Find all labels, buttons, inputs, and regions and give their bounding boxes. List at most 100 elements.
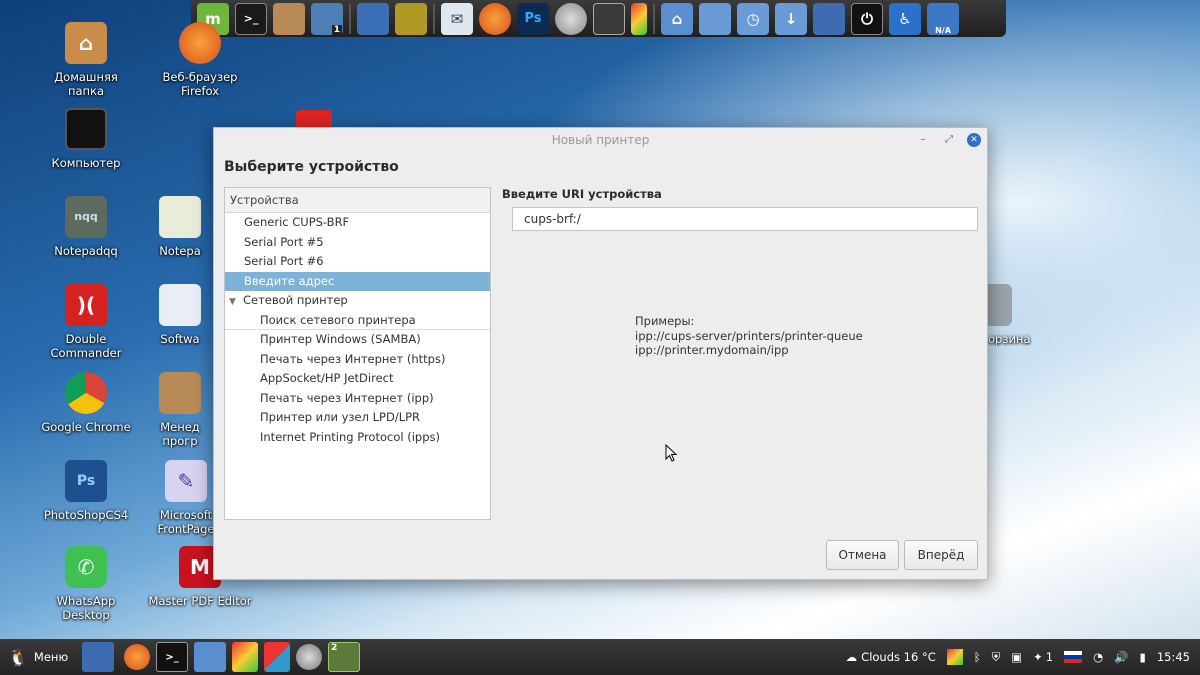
device-item[interactable]: Принтер Windows (SAMBA) xyxy=(225,330,490,350)
desktop-icon-chrome[interactable]: Google Chrome xyxy=(38,372,134,434)
cloud-icon: ☁ xyxy=(845,650,858,664)
device-item-selected[interactable]: Введите адрес xyxy=(225,271,490,291)
menu-label: Меню xyxy=(33,650,69,664)
multicolor-app-icon[interactable] xyxy=(232,642,259,672)
desktop-icon-label: Double Commander xyxy=(50,332,122,360)
computer-icon xyxy=(65,108,107,150)
show-desktop-icon[interactable] xyxy=(82,642,115,672)
device-item[interactable]: Печать через Интернет (https) xyxy=(225,350,490,370)
bluetooth-icon[interactable]: ᛒ xyxy=(974,650,981,664)
desktop-icon-label: Google Chrome xyxy=(41,420,131,434)
devices-column-header[interactable]: Устройства xyxy=(225,188,490,213)
mouse-cursor-icon xyxy=(665,444,677,462)
package-installer-icon[interactable] xyxy=(273,2,305,35)
writer-icon[interactable] xyxy=(357,2,389,35)
desktop-icon-photoshop[interactable]: Ps PhotoShopCS4 xyxy=(38,460,134,522)
menu-button[interactable]: 🐧 Меню xyxy=(0,639,76,675)
devices-list[interactable]: Устройства Generic CUPS-BRF Serial Port … xyxy=(224,187,491,520)
uri-input[interactable]: cups-brf:/ xyxy=(512,207,978,231)
firefox-icon xyxy=(179,22,221,64)
dock-separator xyxy=(433,3,435,34)
device-item[interactable]: Поиск сетевого принтера xyxy=(225,311,490,330)
desktop-icon-label: Компьютер xyxy=(51,156,121,170)
device-label: Печать через Интернет (https) xyxy=(260,351,446,366)
desktop-icon-computer[interactable]: Компьютер xyxy=(38,108,134,170)
dock-separator xyxy=(653,3,655,34)
network-icon[interactable]: N/A xyxy=(927,2,959,35)
desktop-show-icon[interactable] xyxy=(813,2,845,35)
dialog-title: Новый принтер xyxy=(551,133,650,147)
device-item[interactable]: Generic CUPS-BRF xyxy=(225,213,490,233)
printer-settings-task-icon[interactable]: 2 xyxy=(328,642,361,672)
desktop-icon-notepadqq[interactable]: nqq Notepadqq xyxy=(38,196,134,258)
desktop-icon-notepad[interactable]: Notepa xyxy=(148,196,212,258)
clock[interactable]: 15:45 xyxy=(1157,650,1190,664)
keyboard-layout-flag-icon[interactable] xyxy=(1064,651,1083,663)
device-item[interactable]: Принтер или узел LPD/LPR xyxy=(225,408,490,428)
frontpage-icon: ✎ xyxy=(165,460,207,502)
device-group-network[interactable]: ▼ Сетевой принтер xyxy=(225,291,490,311)
home-folder-icon[interactable]: ⌂ xyxy=(661,2,693,35)
desktop-icon-double-commander[interactable]: )( Double Commander xyxy=(38,284,134,360)
close-icon[interactable]: ✕ xyxy=(967,133,981,147)
whatsapp-icon: ✆ xyxy=(65,546,107,588)
device-item[interactable]: Internet Printing Protocol (ipps) xyxy=(225,428,490,448)
device-item[interactable]: Печать через Интернет (ipp) xyxy=(225,389,490,409)
terminal-icon[interactable]: >_ xyxy=(156,642,189,672)
dialog-titlebar[interactable]: Новый принтер – ⤢ ✕ xyxy=(214,128,987,152)
network-label: N/A xyxy=(935,25,951,35)
dialog-heading: Выберите устройство xyxy=(224,159,399,175)
wallpaper-icon[interactable] xyxy=(395,2,427,35)
mail-icon[interactable]: ✉ xyxy=(441,2,473,35)
red-app-icon[interactable] xyxy=(296,110,332,127)
weather-widget[interactable]: ☁ Clouds 16 °C xyxy=(846,650,936,664)
firefox-icon[interactable] xyxy=(479,2,511,35)
desktop-icon-software[interactable]: Softwa xyxy=(148,284,212,346)
shield-icon[interactable]: ⛨ xyxy=(992,650,1001,665)
device-label: Принтер Windows (SAMBA) xyxy=(260,332,421,346)
photoshop-icon: Ps xyxy=(65,460,107,502)
recent-folder-icon[interactable]: ◷ xyxy=(737,2,769,35)
accessibility-icon[interactable]: ♿ xyxy=(889,2,921,35)
power-icon[interactable]: ⏻ xyxy=(851,2,883,35)
software-manager-icon xyxy=(159,284,201,326)
device-item[interactable]: Serial Port #6 xyxy=(225,252,490,272)
workspace-switcher-icon[interactable]: 1 xyxy=(311,2,343,35)
media-player-icon[interactable] xyxy=(555,2,587,35)
device-label: Введите адрес xyxy=(244,273,335,288)
photoshop-icon[interactable]: Ps xyxy=(517,2,549,35)
workspace-badge: 1 xyxy=(331,24,342,35)
dock-separator xyxy=(349,3,351,34)
documents-folder-icon[interactable] xyxy=(699,2,731,35)
app-indicator-icon[interactable] xyxy=(946,649,963,665)
desktop-icon-label: PhotoShopCS4 xyxy=(43,508,129,522)
desktop-icon-whatsapp[interactable]: ✆ WhatsApp Desktop xyxy=(38,546,134,622)
system-tray: ☁ Clouds 16 °C ᛒ ⛨ ▣ ✦ 1 ◔ 🔊 ▮ 15:45 xyxy=(846,649,1200,665)
device-item[interactable]: AppSocket/HP JetDirect xyxy=(225,369,490,389)
desktop-icon-label: Master PDF Editor xyxy=(148,594,252,608)
files-icon[interactable] xyxy=(194,642,227,672)
desktop-icon-firefox[interactable]: Веб-браузер Firefox xyxy=(152,22,248,98)
battery-icon[interactable]: ▮ xyxy=(1140,650,1146,664)
notifications-icon[interactable]: ✦ 1 xyxy=(1033,650,1053,664)
downloads-folder-icon[interactable]: ↓ xyxy=(775,2,807,35)
expander-down-icon[interactable]: ▼ xyxy=(229,293,243,313)
next-button[interactable]: Вперёд xyxy=(904,540,978,570)
desktop-icon-label: Веб-браузер Firefox xyxy=(162,70,238,98)
maximize-icon[interactable]: ⤢ xyxy=(942,133,956,147)
package-manager-icon xyxy=(159,372,201,414)
wifi-icon[interactable]: ◔ xyxy=(1093,650,1103,664)
cancel-button[interactable]: Отмена xyxy=(826,540,899,570)
desktop-icon-package-manager[interactable]: Менед прогр xyxy=(148,372,212,448)
device-item[interactable]: Serial Port #5 xyxy=(225,233,490,253)
clipboard-icon[interactable]: ▣ xyxy=(1011,650,1022,664)
volume-icon[interactable]: 🔊 xyxy=(1114,650,1128,664)
media-player-icon[interactable] xyxy=(296,644,323,670)
bottom-panel: 🐧 Меню >_ 2 ☁ Clouds 16 °C ᛒ ⛨ ▣ ✦ 1 ◔ 🔊 … xyxy=(0,639,1200,675)
firefox-icon[interactable] xyxy=(124,644,151,670)
windows-app-icon[interactable] xyxy=(264,642,291,672)
screenshot-icon[interactable] xyxy=(593,2,625,35)
multicolor-app-icon[interactable] xyxy=(631,2,647,35)
minimize-icon[interactable]: – xyxy=(916,133,930,147)
desktop-icon-home[interactable]: ⌂ Домашняя папка xyxy=(38,22,134,98)
